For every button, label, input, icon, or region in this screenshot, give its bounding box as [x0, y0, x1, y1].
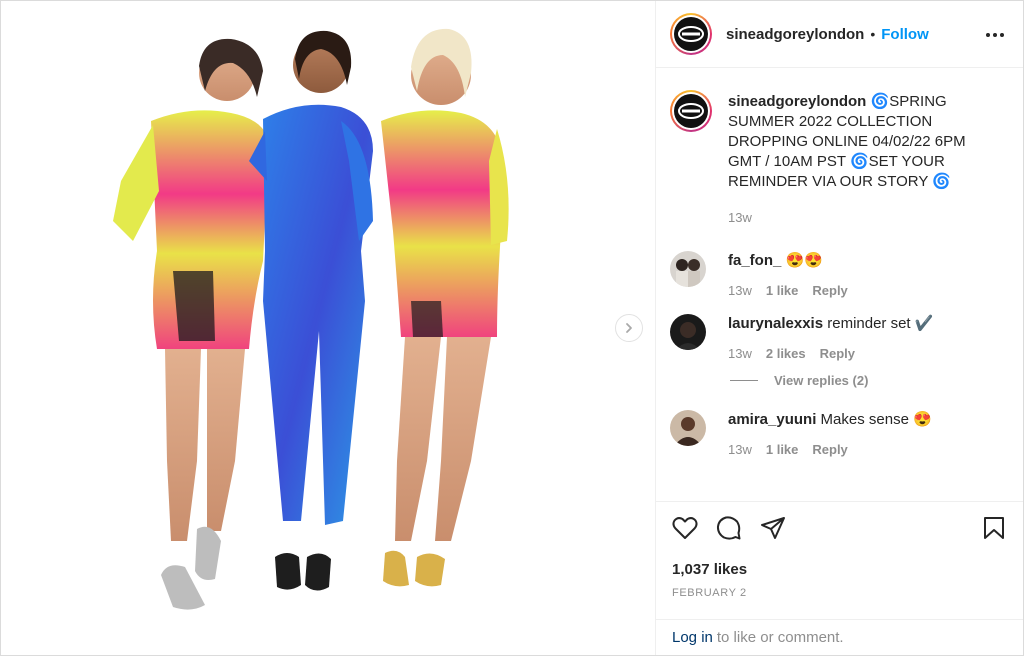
next-image-button[interactable]	[615, 314, 643, 342]
bookmark-icon	[984, 516, 1004, 539]
brand-logo-icon	[678, 26, 704, 42]
like-count[interactable]: 1,037 likes	[656, 553, 1023, 581]
comment-item: fa_fon_ 😍😍 13w 1 like Reply	[670, 251, 1007, 298]
follow-button[interactable]: Follow	[881, 26, 929, 43]
caption-time[interactable]: 13w	[728, 210, 752, 225]
comment-button[interactable]	[716, 515, 742, 541]
share-button[interactable]	[760, 515, 786, 541]
commenter-avatar[interactable]	[670, 410, 706, 446]
avatar-photo	[670, 251, 706, 287]
comment-likes[interactable]: 1 like	[766, 442, 799, 457]
post-caption: sineadgoreylondon 🌀SPRING SUMMER 2022 CO…	[670, 90, 1007, 225]
post-date[interactable]: FEBRUARY 2	[656, 581, 1023, 613]
post-actions	[656, 501, 1023, 553]
comment-item: laurynalexxis reminder set ✔️ 13w 2 like…	[670, 314, 1007, 361]
post-image[interactable]	[1, 1, 655, 655]
fashion-photo	[113, 28, 509, 610]
login-link[interactable]: Log in	[672, 629, 713, 646]
comment-username[interactable]: fa_fon_	[728, 252, 781, 269]
brand-logo-icon	[678, 103, 704, 119]
commenter-avatar[interactable]	[670, 314, 706, 350]
reply-button[interactable]: Reply	[820, 346, 855, 361]
save-button[interactable]	[981, 515, 1007, 541]
comment-likes[interactable]: 2 likes	[766, 346, 806, 361]
comment-icon	[716, 515, 741, 540]
avatar-photo	[670, 314, 706, 350]
comment-text: reminder set ✔️	[827, 315, 934, 332]
post-sidebar: sineadgoreylondon • Follow sineadgoreylo…	[655, 1, 1023, 655]
more-icon	[986, 33, 1004, 37]
share-icon	[761, 516, 785, 539]
post-header: sineadgoreylondon • Follow	[656, 1, 1023, 68]
account-avatar[interactable]	[670, 13, 712, 55]
like-button[interactable]	[672, 515, 698, 541]
heart-icon	[672, 516, 698, 539]
account-username[interactable]: sineadgoreylondon	[726, 26, 864, 43]
login-text: to like or comment.	[716, 629, 844, 646]
comment-username[interactable]: laurynalexxis	[728, 315, 823, 332]
comment-time[interactable]: 13w	[728, 283, 752, 298]
view-replies-label: View replies (2)	[774, 373, 869, 388]
comment-username[interactable]: amira_yuuni	[728, 411, 816, 428]
separator-dot: •	[870, 26, 876, 42]
comments-section[interactable]: sineadgoreylondon 🌀SPRING SUMMER 2022 CO…	[656, 68, 1023, 501]
more-options-button[interactable]	[983, 25, 1007, 45]
caption-username[interactable]: sineadgoreylondon	[728, 93, 866, 110]
view-replies-button[interactable]: View replies (2)	[730, 373, 1007, 388]
comment-likes[interactable]: 1 like	[766, 283, 799, 298]
divider-line	[730, 380, 758, 381]
commenter-avatar[interactable]	[670, 251, 706, 287]
chevron-right-icon	[626, 323, 632, 333]
comment-text: Makes sense 😍	[820, 411, 932, 428]
reply-button[interactable]: Reply	[812, 283, 847, 298]
comment-text: 😍😍	[785, 252, 823, 269]
instagram-post: sineadgoreylondon • Follow sineadgoreylo…	[0, 0, 1024, 656]
caption-avatar[interactable]	[670, 90, 712, 132]
avatar-photo	[670, 410, 706, 446]
comment-time[interactable]: 13w	[728, 442, 752, 457]
comment-time[interactable]: 13w	[728, 346, 752, 361]
login-prompt: Log in to like or comment.	[656, 619, 1023, 655]
reply-button[interactable]: Reply	[812, 442, 847, 457]
comment-item: amira_yuuni Makes sense 😍 13w 1 like Rep…	[670, 410, 1007, 457]
